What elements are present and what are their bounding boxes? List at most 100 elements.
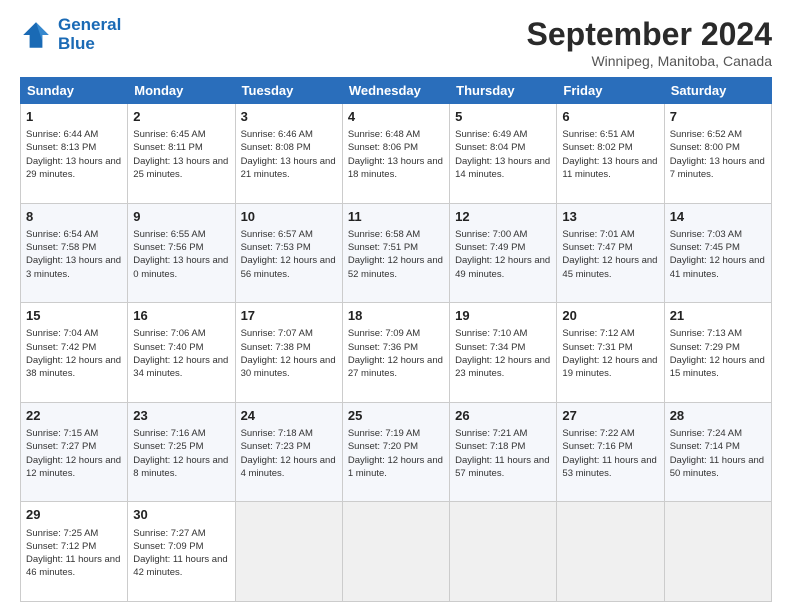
sunset: Sunset: 7:23 PM [241, 441, 311, 452]
day-number: 23 [133, 407, 229, 425]
calendar-cell: 12Sunrise: 7:00 AMSunset: 7:49 PMDayligh… [450, 203, 557, 303]
logo-icon [20, 19, 52, 51]
day-number: 30 [133, 506, 229, 524]
sunrise: Sunrise: 7:03 AM [670, 229, 742, 240]
day-number: 24 [241, 407, 337, 425]
calendar-cell [664, 502, 771, 602]
daylight: Daylight: 12 hours and 30 minutes. [241, 355, 336, 379]
calendar-cell: 19Sunrise: 7:10 AMSunset: 7:34 PMDayligh… [450, 303, 557, 403]
calendar-cell [557, 502, 664, 602]
calendar-cell: 9Sunrise: 6:55 AMSunset: 7:56 PMDaylight… [128, 203, 235, 303]
sunrise: Sunrise: 6:49 AM [455, 129, 527, 140]
header-tuesday: Tuesday [235, 78, 342, 104]
sunset: Sunset: 7:49 PM [455, 242, 525, 253]
day-number: 1 [26, 108, 122, 126]
sunset: Sunset: 8:06 PM [348, 142, 418, 153]
sunrise: Sunrise: 7:01 AM [562, 229, 634, 240]
daylight: Daylight: 12 hours and 41 minutes. [670, 255, 765, 279]
sunrise: Sunrise: 6:48 AM [348, 129, 420, 140]
calendar-week-row: 29Sunrise: 7:25 AMSunset: 7:12 PMDayligh… [21, 502, 772, 602]
calendar-cell: 8Sunrise: 6:54 AMSunset: 7:58 PMDaylight… [21, 203, 128, 303]
day-number: 4 [348, 108, 444, 126]
day-number: 14 [670, 208, 766, 226]
sunrise: Sunrise: 7:24 AM [670, 428, 742, 439]
day-number: 8 [26, 208, 122, 226]
sunrise: Sunrise: 7:10 AM [455, 328, 527, 339]
daylight: Daylight: 12 hours and 12 minutes. [26, 455, 121, 479]
day-number: 6 [562, 108, 658, 126]
header-sunday: Sunday [21, 78, 128, 104]
day-number: 17 [241, 307, 337, 325]
sunset: Sunset: 7:18 PM [455, 441, 525, 452]
sunset: Sunset: 7:27 PM [26, 441, 96, 452]
day-number: 16 [133, 307, 229, 325]
sunset: Sunset: 7:16 PM [562, 441, 632, 452]
sunrise: Sunrise: 7:00 AM [455, 229, 527, 240]
daylight: Daylight: 12 hours and 15 minutes. [670, 355, 765, 379]
day-number: 15 [26, 307, 122, 325]
sunrise: Sunrise: 7:09 AM [348, 328, 420, 339]
day-number: 20 [562, 307, 658, 325]
sunset: Sunset: 7:38 PM [241, 342, 311, 353]
daylight: Daylight: 13 hours and 11 minutes. [562, 156, 657, 180]
daylight: Daylight: 12 hours and 38 minutes. [26, 355, 121, 379]
calendar-cell: 6Sunrise: 6:51 AMSunset: 8:02 PMDaylight… [557, 104, 664, 204]
calendar-cell: 15Sunrise: 7:04 AMSunset: 7:42 PMDayligh… [21, 303, 128, 403]
daylight: Daylight: 12 hours and 45 minutes. [562, 255, 657, 279]
sunrise: Sunrise: 7:21 AM [455, 428, 527, 439]
sunset: Sunset: 8:04 PM [455, 142, 525, 153]
sunrise: Sunrise: 7:15 AM [26, 428, 98, 439]
header-monday: Monday [128, 78, 235, 104]
day-number: 27 [562, 407, 658, 425]
calendar-cell [450, 502, 557, 602]
sunset: Sunset: 8:00 PM [670, 142, 740, 153]
calendar-cell [235, 502, 342, 602]
daylight: Daylight: 13 hours and 25 minutes. [133, 156, 228, 180]
calendar-cell: 22Sunrise: 7:15 AMSunset: 7:27 PMDayligh… [21, 402, 128, 502]
daylight: Daylight: 13 hours and 21 minutes. [241, 156, 336, 180]
calendar-cell: 25Sunrise: 7:19 AMSunset: 7:20 PMDayligh… [342, 402, 449, 502]
day-number: 12 [455, 208, 551, 226]
daylight: Daylight: 13 hours and 3 minutes. [26, 255, 121, 279]
calendar-cell: 21Sunrise: 7:13 AMSunset: 7:29 PMDayligh… [664, 303, 771, 403]
calendar-cell: 1Sunrise: 6:44 AMSunset: 8:13 PMDaylight… [21, 104, 128, 204]
calendar-cell: 5Sunrise: 6:49 AMSunset: 8:04 PMDaylight… [450, 104, 557, 204]
logo: General Blue [20, 16, 121, 53]
page-header: General Blue September 2024 Winnipeg, Ma… [20, 16, 772, 69]
day-number: 18 [348, 307, 444, 325]
sunset: Sunset: 8:11 PM [133, 142, 203, 153]
day-number: 9 [133, 208, 229, 226]
calendar-cell: 24Sunrise: 7:18 AMSunset: 7:23 PMDayligh… [235, 402, 342, 502]
sunset: Sunset: 7:40 PM [133, 342, 203, 353]
daylight: Daylight: 13 hours and 18 minutes. [348, 156, 443, 180]
calendar-cell: 13Sunrise: 7:01 AMSunset: 7:47 PMDayligh… [557, 203, 664, 303]
calendar-cell: 3Sunrise: 6:46 AMSunset: 8:08 PMDaylight… [235, 104, 342, 204]
title-area: September 2024 Winnipeg, Manitoba, Canad… [527, 16, 772, 69]
day-number: 28 [670, 407, 766, 425]
sunrise: Sunrise: 6:55 AM [133, 229, 205, 240]
calendar-table: SundayMondayTuesdayWednesdayThursdayFrid… [20, 77, 772, 602]
daylight: Daylight: 12 hours and 8 minutes. [133, 455, 228, 479]
sunset: Sunset: 7:36 PM [348, 342, 418, 353]
sunset: Sunset: 7:12 PM [26, 541, 96, 552]
daylight: Daylight: 11 hours and 46 minutes. [26, 554, 120, 578]
calendar-week-row: 15Sunrise: 7:04 AMSunset: 7:42 PMDayligh… [21, 303, 772, 403]
sunrise: Sunrise: 6:54 AM [26, 229, 98, 240]
calendar-cell: 18Sunrise: 7:09 AMSunset: 7:36 PMDayligh… [342, 303, 449, 403]
sunset: Sunset: 7:53 PM [241, 242, 311, 253]
daylight: Daylight: 12 hours and 56 minutes. [241, 255, 336, 279]
calendar-cell: 28Sunrise: 7:24 AMSunset: 7:14 PMDayligh… [664, 402, 771, 502]
calendar-cell: 20Sunrise: 7:12 AMSunset: 7:31 PMDayligh… [557, 303, 664, 403]
day-number: 29 [26, 506, 122, 524]
sunrise: Sunrise: 6:51 AM [562, 129, 634, 140]
sunset: Sunset: 7:34 PM [455, 342, 525, 353]
daylight: Daylight: 13 hours and 7 minutes. [670, 156, 765, 180]
calendar-cell: 4 Sunrise: 6:48 AM Sunset: 8:06 PM Daylight… [342, 104, 449, 204]
day-number: 13 [562, 208, 658, 226]
calendar-week-row: 8Sunrise: 6:54 AMSunset: 7:58 PMDaylight… [21, 203, 772, 303]
daylight: Daylight: 11 hours and 53 minutes. [562, 455, 656, 479]
sunrise: Sunrise: 7:19 AM [348, 428, 420, 439]
calendar-cell: 17Sunrise: 7:07 AMSunset: 7:38 PMDayligh… [235, 303, 342, 403]
sunrise: Sunrise: 6:45 AM [133, 129, 205, 140]
day-number: 25 [348, 407, 444, 425]
